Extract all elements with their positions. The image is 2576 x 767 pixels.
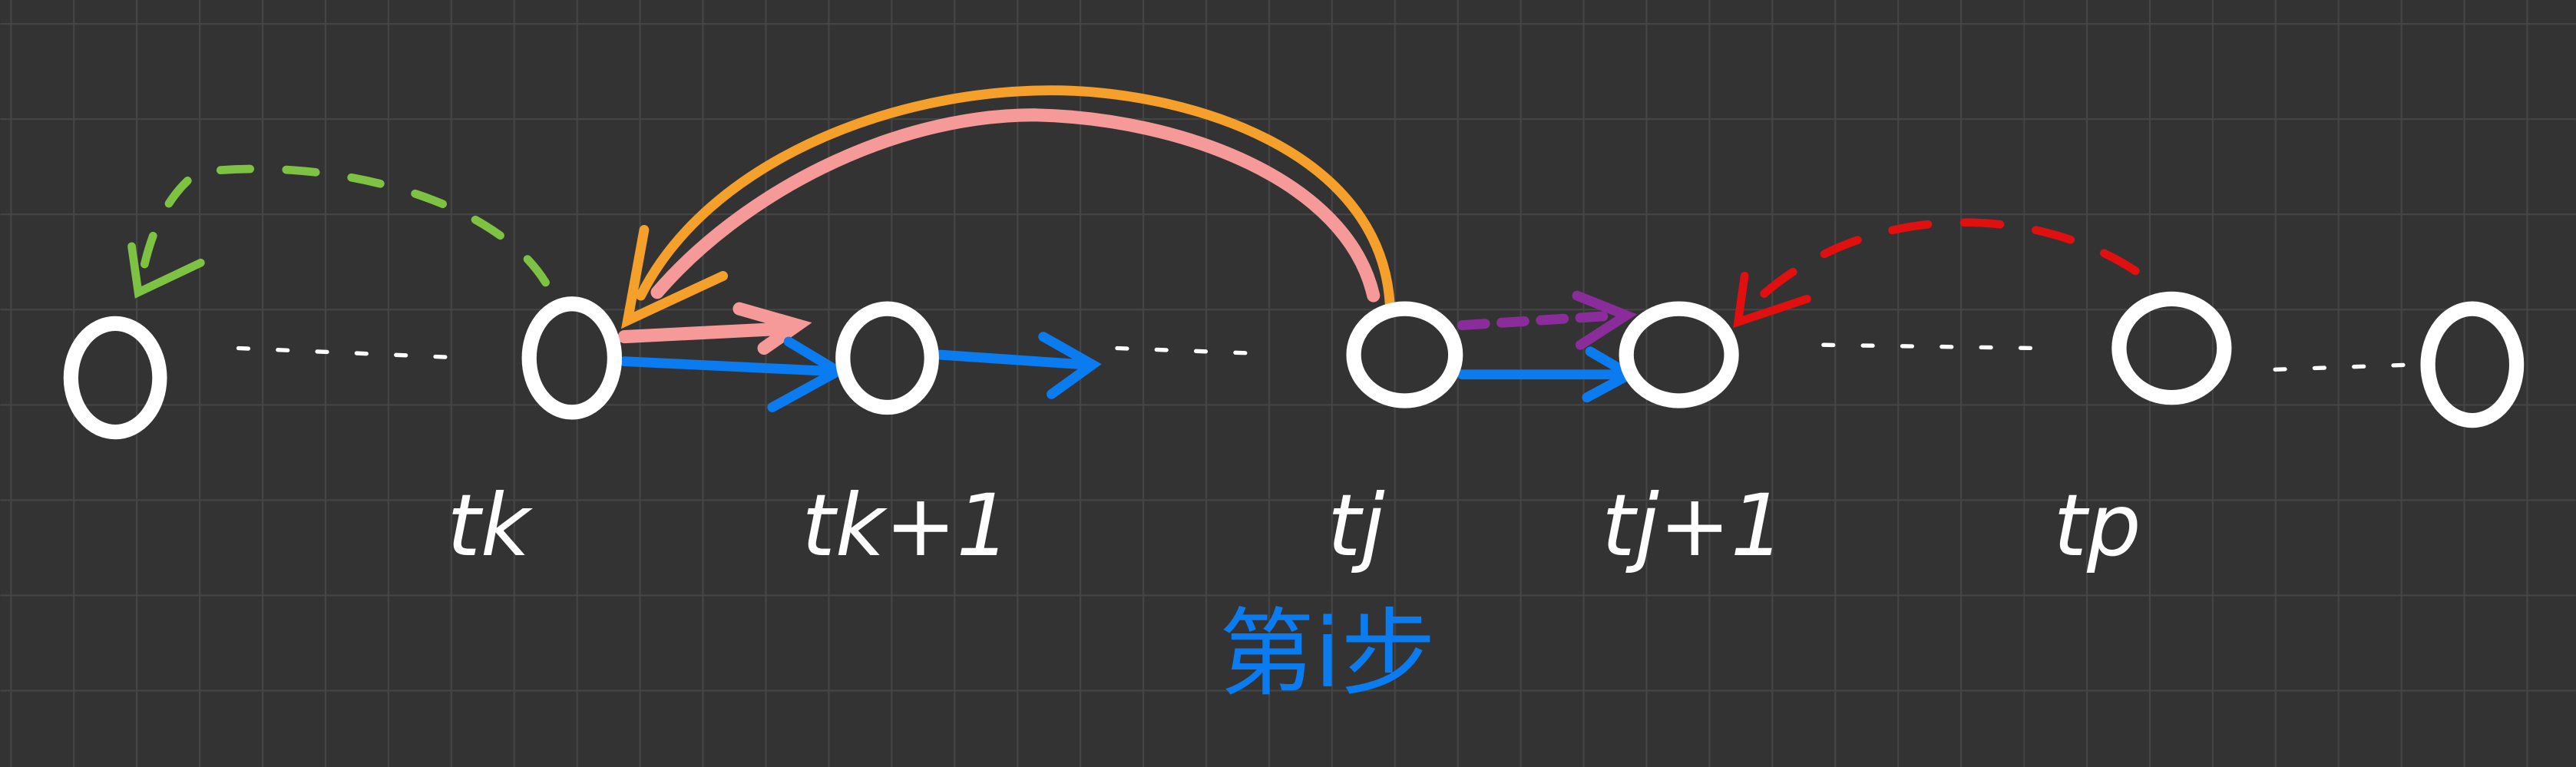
label-tj1: tj+1: [1602, 477, 1784, 576]
label-tk: tk: [447, 477, 534, 576]
annotation-step-i: 第i步: [1219, 599, 1437, 709]
label-tp: tp: [2053, 477, 2141, 576]
label-tj: tj: [1328, 477, 1385, 576]
label-tk1: tk+1: [802, 477, 1010, 576]
diagram-canvas: tk tk+1 tj tj+1 tp 第i步: [0, 0, 2576, 767]
